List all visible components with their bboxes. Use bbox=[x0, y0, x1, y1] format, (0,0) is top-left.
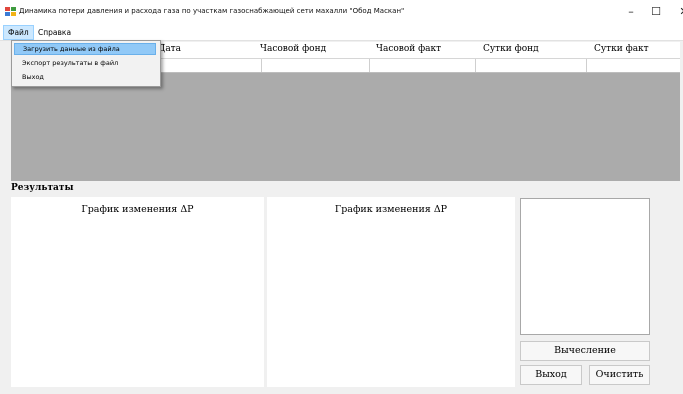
chart-title-2: График изменения ΔP bbox=[334, 204, 448, 215]
chart-panel-1: График изменения ΔP bbox=[11, 197, 264, 387]
menu-item-load-data[interactable]: Загрузить данные из файла bbox=[14, 43, 156, 55]
column-header-daily-fund[interactable]: Сутки фонд bbox=[483, 44, 539, 54]
chart-panel-2: График изменения ΔP bbox=[267, 197, 515, 387]
column-header-hourly-fund[interactable]: Часовой фонд bbox=[260, 44, 326, 54]
menu-file[interactable]: Файл bbox=[3, 25, 34, 40]
app-icon bbox=[5, 7, 16, 17]
menu-bar: Файл Справка bbox=[0, 25, 683, 41]
menu-item-exit[interactable]: Выход bbox=[14, 71, 156, 83]
cell-divider bbox=[261, 59, 262, 72]
results-label: Результаты bbox=[11, 183, 74, 193]
chart-title-1: График изменения ΔP bbox=[81, 204, 194, 215]
title-bar: Динамика потери давления и расхода газа … bbox=[0, 0, 683, 25]
minimize-button[interactable]: – bbox=[619, 4, 643, 20]
menu-help[interactable]: Справка bbox=[34, 26, 75, 39]
file-dropdown-menu: Загрузить данные из файла Экспорт резуль… bbox=[11, 40, 161, 87]
compute-button[interactable]: Вычесление bbox=[520, 341, 650, 361]
cell-divider bbox=[586, 59, 587, 72]
column-header-daily-fact[interactable]: Сутки факт bbox=[594, 44, 649, 54]
menu-item-export[interactable]: Экспорт результаты в файл bbox=[14, 57, 156, 69]
results-textbox[interactable] bbox=[520, 198, 650, 335]
close-button[interactable]: ✕ bbox=[672, 4, 683, 20]
window-title: Динамика потери давления и расхода газа … bbox=[19, 7, 405, 15]
cell-divider bbox=[475, 59, 476, 72]
column-header-date[interactable]: Дата bbox=[158, 44, 181, 54]
exit-button[interactable]: Выход bbox=[520, 365, 582, 385]
clear-button[interactable]: Очистить bbox=[589, 365, 650, 385]
column-header-hourly-fact[interactable]: Часовой факт bbox=[376, 44, 441, 54]
maximize-button[interactable]: ☐ bbox=[644, 4, 668, 20]
cell-divider bbox=[369, 59, 370, 72]
